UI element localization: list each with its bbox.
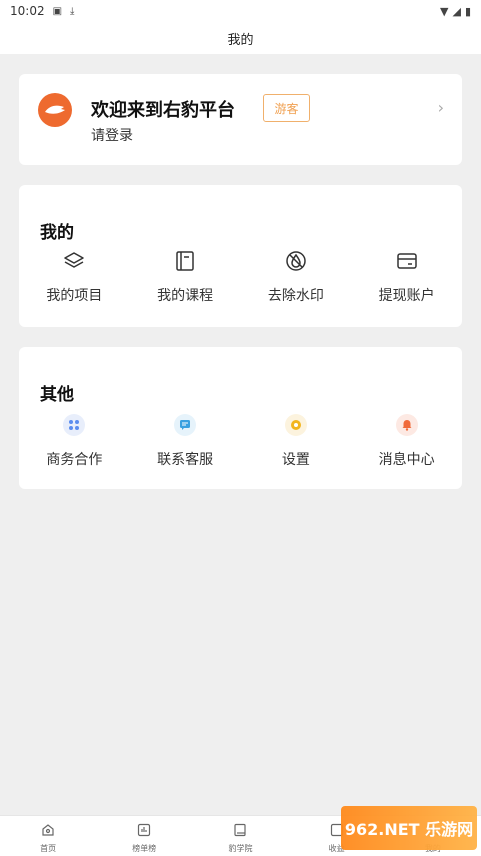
tab-ranking[interactable]: 榜单榜 xyxy=(96,816,192,856)
battery-icon: ▮ xyxy=(464,4,471,18)
tab-home[interactable]: 首页 xyxy=(0,816,96,856)
mine-item-label: 去除水印 xyxy=(267,288,324,304)
chat-icon xyxy=(173,413,197,437)
avatar[interactable] xyxy=(38,93,72,127)
login-link[interactable]: 请登录 xyxy=(91,125,133,145)
other-section: 其他 商务合作 联系客服 设置 消息中心 xyxy=(19,347,462,489)
section-title-other: 其他 xyxy=(40,385,74,405)
gear-icon xyxy=(284,413,308,437)
other-item-label: 商务合作 xyxy=(46,452,103,468)
bell-icon xyxy=(395,413,419,437)
chart-icon xyxy=(137,822,151,841)
home-icon xyxy=(41,822,55,841)
tab-label: 首页 xyxy=(40,844,57,853)
status-time: 10:02 xyxy=(10,4,45,18)
mine-item-label: 提现账户 xyxy=(378,288,435,304)
tab-label: 榜单榜 xyxy=(132,844,157,853)
wifi-icon: ▼ xyxy=(440,4,449,18)
book-icon xyxy=(173,249,197,273)
page-title: 我的 xyxy=(227,32,254,48)
other-item-settings[interactable]: 设置 xyxy=(241,413,352,469)
other-item-messages[interactable]: 消息中心 xyxy=(351,413,462,469)
apps-icon xyxy=(62,413,86,437)
guest-badge[interactable]: 游客 xyxy=(263,94,310,122)
layers-icon xyxy=(62,249,86,273)
no-watermark-icon xyxy=(284,249,308,273)
site-watermark: 962.NET 乐游网 xyxy=(341,806,477,850)
tab-label: 豹学院 xyxy=(228,844,253,853)
welcome-text: 欢迎来到右豹平台 xyxy=(91,100,235,121)
signal-icon: ◢ xyxy=(452,4,461,18)
mine-item-courses[interactable]: 我的课程 xyxy=(130,249,241,305)
mine-section: 我的 我的项目 我的课程 去除水印 提现账户 xyxy=(19,185,462,327)
book-icon xyxy=(233,822,247,841)
mine-item-withdraw[interactable]: 提现账户 xyxy=(351,249,462,305)
other-item-label: 联系客服 xyxy=(157,452,214,468)
section-title-mine: 我的 xyxy=(40,223,74,243)
tab-academy[interactable]: 豹学院 xyxy=(192,816,288,856)
mine-item-label: 我的课程 xyxy=(157,288,214,304)
other-item-support[interactable]: 联系客服 xyxy=(130,413,241,469)
page-title-bar: 我的 xyxy=(0,22,481,54)
mine-item-projects[interactable]: 我的项目 xyxy=(19,249,130,305)
mine-item-watermark[interactable]: 去除水印 xyxy=(241,249,352,305)
leopard-logo-icon xyxy=(45,105,65,114)
other-item-label: 消息中心 xyxy=(378,452,435,468)
mine-grid: 我的项目 我的课程 去除水印 提现账户 xyxy=(19,249,462,305)
mine-item-label: 我的项目 xyxy=(46,288,103,304)
other-item-business[interactable]: 商务合作 xyxy=(19,413,130,469)
card-icon xyxy=(395,249,419,273)
other-item-label: 设置 xyxy=(281,452,310,468)
status-bar: 10:02 ▣ ⤓ ▼ ◢ ▮ xyxy=(0,0,481,22)
a-icon: ▣ xyxy=(52,5,63,17)
profile-card[interactable]: 欢迎来到右豹平台 请登录 游客 › xyxy=(19,74,462,165)
chevron-right-icon[interactable]: › xyxy=(438,98,444,117)
download-icon: ⤓ xyxy=(70,5,75,17)
other-grid: 商务合作 联系客服 设置 消息中心 xyxy=(19,413,462,469)
watermark-text: 962.NET 乐游网 xyxy=(344,820,474,839)
